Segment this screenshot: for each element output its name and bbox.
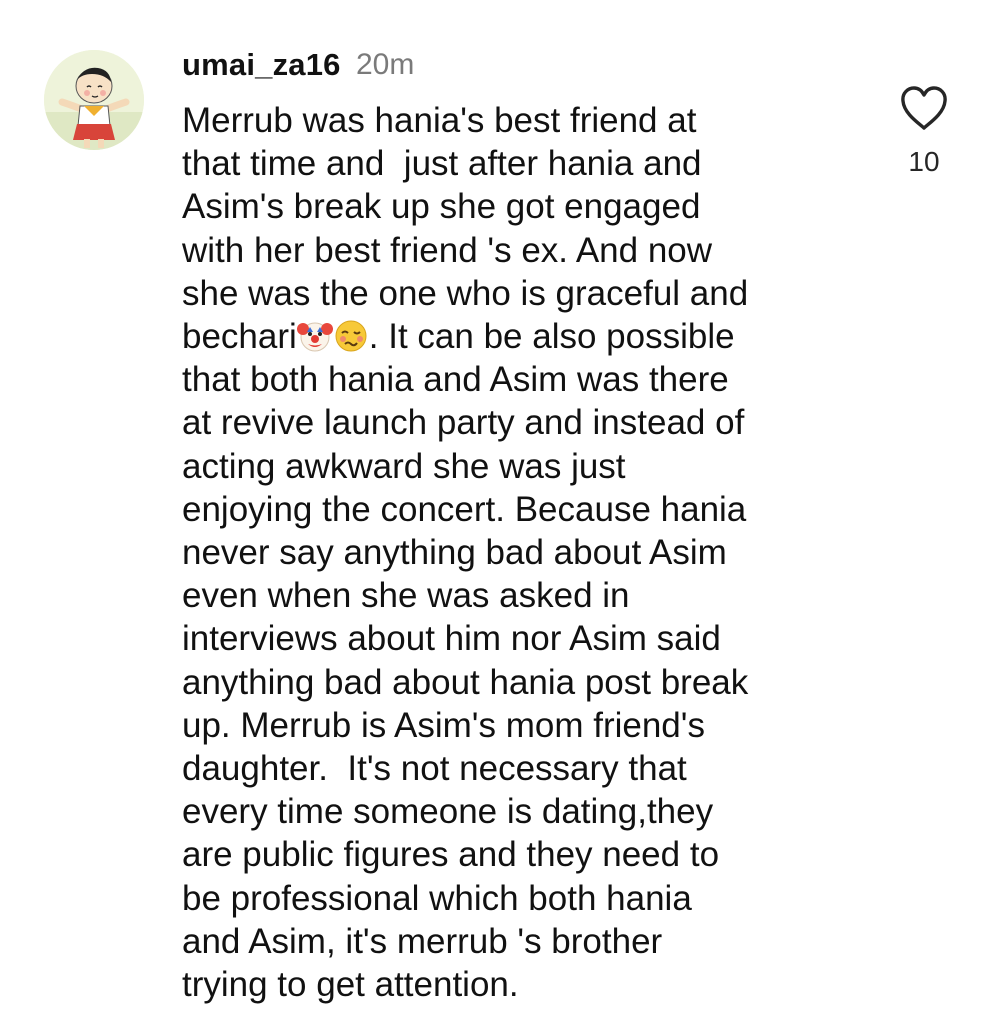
- username-link[interactable]: umai_za16: [182, 48, 341, 82]
- cartoon-avatar-icon[interactable]: [44, 50, 144, 150]
- comment-line: that both hania and Asim was there: [182, 360, 729, 400]
- like-button[interactable]: [898, 84, 950, 132]
- comment-line: Merrub was hania's best friend at: [182, 101, 697, 140]
- comment-line: be professional which both hania: [182, 878, 692, 918]
- comment-line: are public figures and they need to: [182, 835, 720, 875]
- comment-line: and Asim, it's merrub 's brother: [182, 921, 663, 961]
- woozy-face-emoji: [333, 318, 369, 354]
- comment-line: trying to get attention.: [182, 965, 519, 1005]
- comment-line: Asim's break up she got engaged: [182, 187, 701, 227]
- comment-line: acting awkward she was just: [182, 446, 626, 486]
- clown-face-emoji: [296, 318, 333, 354]
- comment-line: enjoying the concert. Because hania: [182, 489, 747, 529]
- comment-line: bechari . It can be also possible: [182, 315, 862, 358]
- comment-line: every time someone is dating,they: [182, 792, 714, 832]
- comment-text-segment: . It can be also possible: [368, 317, 735, 357]
- comment-line: even when she was asked in: [182, 576, 630, 616]
- heart-outline-icon[interactable]: [898, 84, 950, 132]
- comment-line: anything bad about hania post break: [182, 662, 749, 702]
- comment-text-segment: bechari: [182, 317, 297, 357]
- comment-line: daughter. It's not necessary that: [182, 749, 687, 789]
- comment-line: interviews about him nor Asim said: [182, 619, 721, 659]
- comment-line: up. Merrub is Asim's mom friend's: [182, 705, 705, 745]
- comment-line: with her best friend 's ex. And now: [182, 230, 713, 270]
- like-count: 10: [908, 146, 940, 177]
- comment-text: Merrub was hania's best friend at that t…: [182, 99, 862, 1006]
- comment-line: she was the one who is graceful and: [182, 273, 749, 313]
- comment-timestamp: 20m: [356, 48, 415, 81]
- comment-line: never say anything bad about Asim: [182, 533, 727, 573]
- comment-line: at revive launch party and instead of: [182, 403, 745, 443]
- comment-line: that time and just after hania and: [182, 144, 702, 184]
